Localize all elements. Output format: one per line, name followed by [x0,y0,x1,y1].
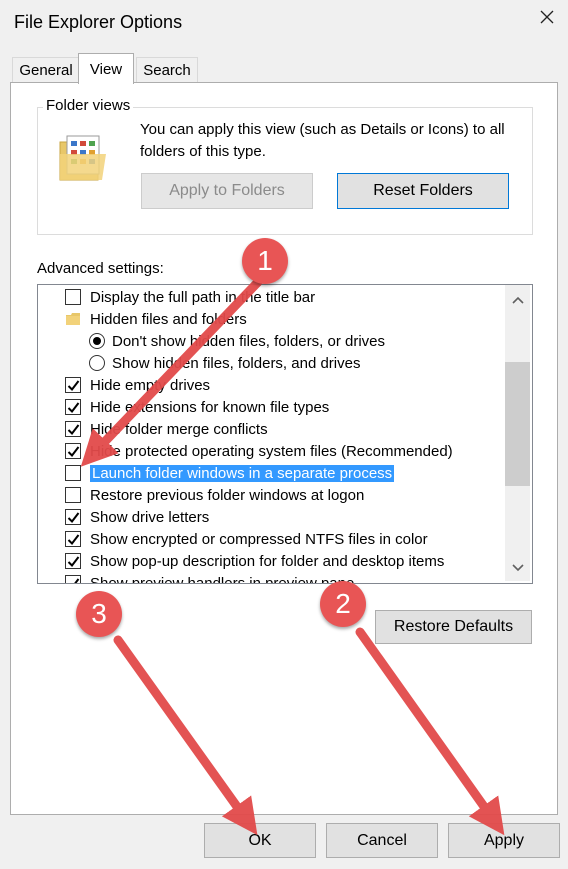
arrow-2 [355,627,505,836]
arrow-3 [113,635,258,836]
annotation-badge-2: 2 [320,581,366,627]
annotation-badge-1: 1 [242,238,288,284]
arrow-1 [80,277,263,467]
annotation-arrows [80,277,505,836]
annotation-badge-3: 3 [76,591,122,637]
